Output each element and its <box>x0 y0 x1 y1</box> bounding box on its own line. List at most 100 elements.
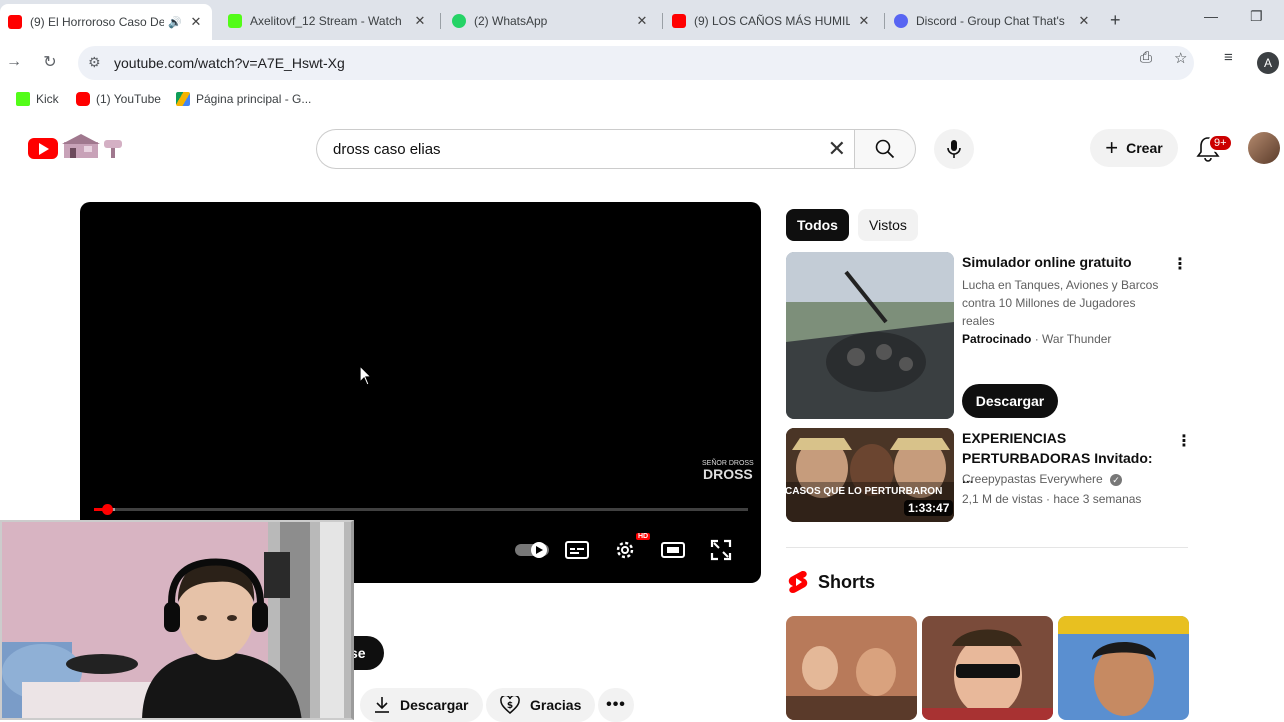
webcam-overlay <box>0 520 354 720</box>
more-vertical-icon[interactable]: ⋮ <box>1176 431 1192 451</box>
reload-icon[interactable]: ↻ <box>38 50 62 74</box>
bookmark-label: Kick <box>36 92 59 106</box>
tab-separator <box>662 13 663 29</box>
filter-chip-todos[interactable]: Todos <box>786 209 849 241</box>
bookmark-youtube[interactable]: (1) YouTube <box>76 92 161 106</box>
shorts-header: Shorts <box>788 570 875 594</box>
ad-download-button[interactable]: Descargar <box>962 384 1058 418</box>
download-icon <box>375 697 389 713</box>
restore-icon[interactable]: ❐ <box>1250 8 1263 25</box>
browser-tab-youtube-2[interactable]: (9) LOS CAÑOS MÁS HUMIL ✕ <box>664 4 880 38</box>
bookmark-kick[interactable]: Kick <box>16 92 59 106</box>
more-actions-button[interactable]: ••• <box>598 688 634 722</box>
ad-thumbnail[interactable] <box>786 252 954 419</box>
sponsored-label: Patrocinado <box>962 332 1032 346</box>
speaker-icon[interactable]: 🔊 <box>168 16 182 29</box>
kick-icon <box>16 92 30 106</box>
browser-tab-bar: (9) El Horroroso Caso De 🔊 ✕ Axelitovf_1… <box>0 0 1284 40</box>
browser-tab-discord[interactable]: Discord - Group Chat That's ✕ <box>886 4 1100 38</box>
svg-text:$: $ <box>507 701 513 711</box>
url-text: youtube.com/watch?v=A7E_Hswt-Xg <box>114 55 345 71</box>
new-tab-button[interactable]: + <box>1110 10 1121 31</box>
ad-description: Lucha en Tanques, Aviones y Barcos contr… <box>962 278 1159 328</box>
thanks-button[interactable]: $ Gracias <box>486 688 596 722</box>
media-controls-icon[interactable]: ≡ <box>1224 49 1233 66</box>
create-label: Crear <box>1126 140 1163 156</box>
whatsapp-favicon-icon <box>452 14 466 28</box>
advertiser-name: War Thunder <box>1042 332 1112 346</box>
ad-title[interactable]: Simulador online gratuito <box>962 252 1132 272</box>
discord-favicon-icon <box>894 14 908 28</box>
bookmark-label: Página principal - G... <box>196 92 312 106</box>
thanks-label: Gracias <box>530 697 582 713</box>
tab-title: (9) El Horroroso Caso De <box>30 15 165 29</box>
youtube-favicon-icon <box>672 14 686 28</box>
progress-bar[interactable] <box>94 504 748 515</box>
close-tab-icon[interactable]: ✕ <box>634 13 650 29</box>
install-app-icon[interactable]: ⎙ <box>1140 49 1152 66</box>
clear-search-icon[interactable]: ✕ <box>828 136 846 162</box>
browser-tab-whatsapp[interactable]: (2) WhatsApp ✕ <box>444 4 658 38</box>
bookmark-drive[interactable]: Página principal - G... <box>176 92 311 106</box>
browser-tab-youtube-active[interactable]: (9) El Horroroso Caso De 🔊 ✕ <box>0 4 212 40</box>
voice-search-button[interactable] <box>934 129 974 169</box>
more-vertical-icon[interactable]: ⋮ <box>1172 254 1188 274</box>
youtube-doodle-icon[interactable] <box>62 134 126 160</box>
tab-separator <box>884 13 885 29</box>
streamer-webcam-image <box>2 522 351 718</box>
hd-badge: HD <box>636 533 651 540</box>
minimize-icon[interactable]: — <box>1204 8 1218 24</box>
download-label: Descargar <box>400 697 469 713</box>
close-tab-icon[interactable]: ✕ <box>1076 13 1092 29</box>
youtube-logo-icon[interactable] <box>28 138 58 159</box>
ad-sponsor-line: Patrocinado · War Thunder <box>962 330 1111 348</box>
tab-separator <box>440 13 441 29</box>
video-stats: 2,1 M de vistas · hace 3 semanas <box>962 492 1142 506</box>
avatar[interactable] <box>1248 132 1280 164</box>
theater-mode-button[interactable] <box>659 536 687 564</box>
shorts-logo-icon <box>788 571 808 593</box>
search-button[interactable] <box>854 129 916 169</box>
subtitles-button[interactable] <box>563 536 591 564</box>
close-tab-icon[interactable]: ✕ <box>856 13 872 29</box>
drive-icon <box>176 92 190 106</box>
tab-title: Discord - Group Chat That's <box>916 14 1065 28</box>
short-thumbnail[interactable] <box>1058 616 1189 720</box>
download-button[interactable]: Descargar <box>360 688 483 722</box>
youtube-icon <box>76 92 90 106</box>
short-thumbnail[interactable] <box>922 616 1053 720</box>
forward-icon[interactable]: → <box>2 50 26 74</box>
address-bar[interactable]: ⚙ youtube.com/watch?v=A7E_Hswt-Xg <box>78 46 1194 80</box>
site-info-icon[interactable]: ⚙ <box>88 54 101 71</box>
create-button[interactable]: + Crear <box>1090 129 1178 167</box>
tab-title: (2) WhatsApp <box>474 14 548 28</box>
separator-dot: · <box>1034 332 1043 346</box>
notification-count-badge: 9+ <box>1208 134 1233 152</box>
kick-favicon-icon <box>228 14 242 28</box>
youtube-header: dross caso elias ✕ + Crear 9+ <box>0 120 1284 176</box>
duration-badge: 1:33:47 <box>904 500 954 516</box>
bookmarks-bar: Kick (1) YouTube Página principal - G... <box>0 86 1284 114</box>
close-tab-icon[interactable]: ✕ <box>412 13 428 29</box>
mouse-cursor-icon <box>359 365 373 386</box>
tab-title: Axelitovf_12 Stream - Watch <box>250 14 402 28</box>
fullscreen-button[interactable] <box>707 536 735 564</box>
autoplay-toggle-icon <box>515 542 549 558</box>
heart-dollar-icon: $ <box>500 696 520 714</box>
shorts-label: Shorts <box>818 571 876 592</box>
channel-line[interactable]: Creepypastas Everywhere ✓ <box>962 470 1123 488</box>
scrubber-handle[interactable] <box>102 504 114 515</box>
plus-icon: + <box>1105 135 1119 160</box>
short-thumbnail[interactable] <box>786 616 917 720</box>
gear-icon <box>616 541 634 559</box>
autoplay-toggle[interactable] <box>512 536 552 564</box>
filter-chip-vistos[interactable]: Vistos <box>858 209 918 241</box>
close-tab-icon[interactable]: ✕ <box>188 14 204 30</box>
profile-avatar[interactable]: A <box>1257 52 1279 74</box>
browser-tab-kick[interactable]: Axelitovf_12 Stream - Watch ✕ <box>220 4 436 38</box>
channel-watermark: SEÑOR DROSS DROSS <box>702 460 754 481</box>
settings-button[interactable] <box>611 536 639 564</box>
tab-title: (9) LOS CAÑOS MÁS HUMIL <box>694 14 850 28</box>
search-input[interactable]: dross caso elias ✕ <box>316 129 854 169</box>
bookmark-star-icon[interactable]: ☆ <box>1174 49 1187 67</box>
